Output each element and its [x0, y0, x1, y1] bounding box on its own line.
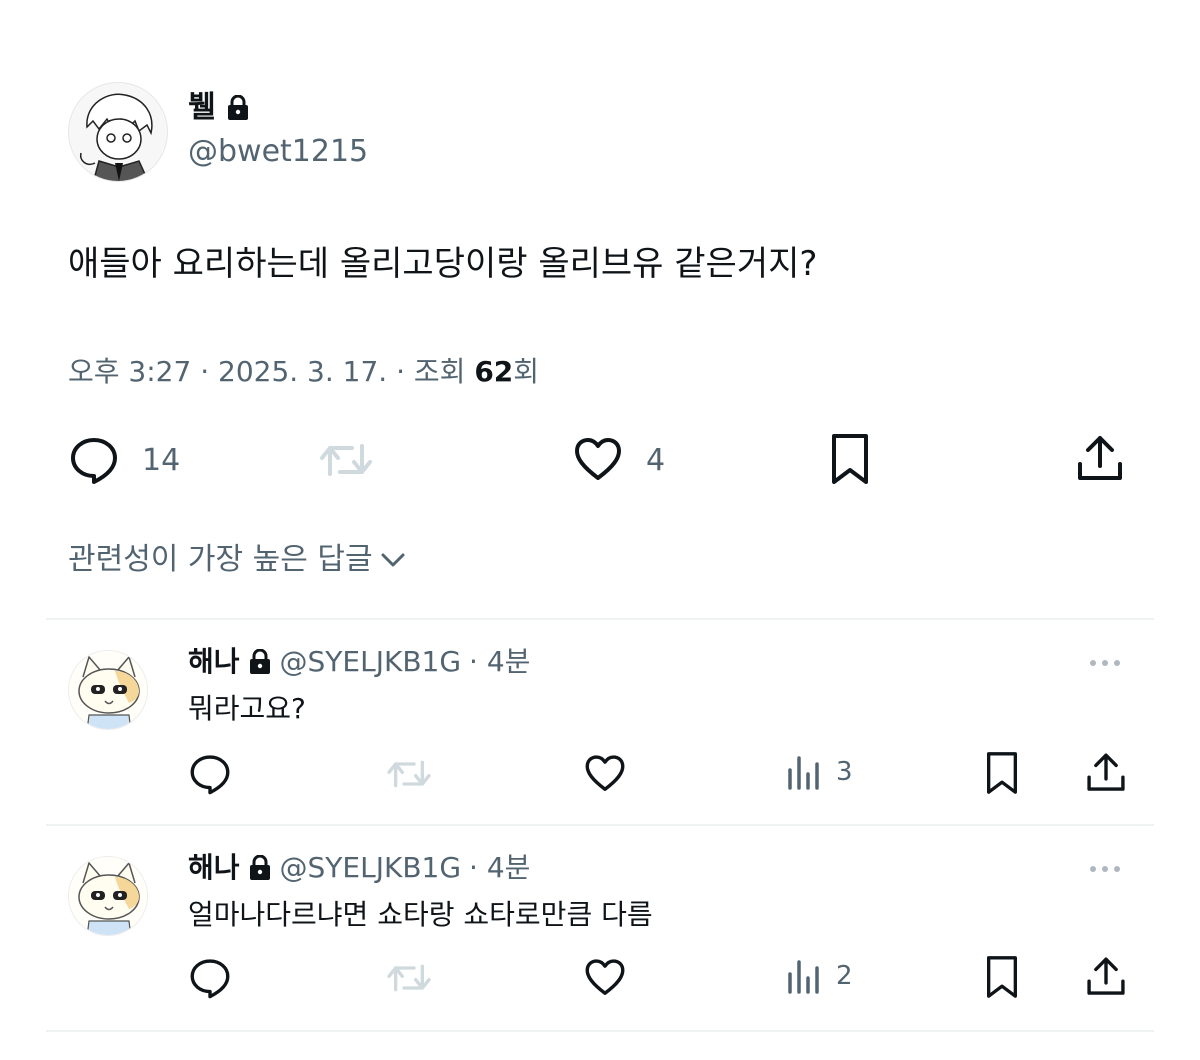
- reply-like-button[interactable]: [582, 752, 628, 796]
- retweet-icon: [320, 444, 372, 476]
- reply-views-button[interactable]: 2: [786, 956, 853, 996]
- view-suffix: 회: [513, 355, 540, 388]
- reply-text: 뭐라고요?: [188, 692, 306, 725]
- reply-header: 해나 @SYELJKB1G · 4분: [188, 644, 530, 680]
- reply-author-name[interactable]: 해나: [188, 644, 240, 680]
- heart-icon: [585, 959, 625, 995]
- reply-avatar[interactable]: [68, 856, 148, 936]
- retweet-button[interactable]: [316, 434, 376, 486]
- retweet-icon: [387, 964, 431, 992]
- reply-bookmark-button[interactable]: [982, 954, 1022, 1000]
- reply-icon: [190, 755, 230, 795]
- reply-views-button[interactable]: 3: [786, 752, 853, 792]
- lock-icon: [227, 95, 248, 120]
- tweet-meta: 오후 3:27 · 2025. 3. 17. · 조회 62회: [68, 352, 539, 392]
- bookmark-icon: [987, 956, 1017, 998]
- view-count: 62: [474, 355, 514, 388]
- reply-share-button[interactable]: [1084, 750, 1128, 796]
- heart-icon: [585, 755, 625, 791]
- share-icon: [1078, 436, 1122, 480]
- reply-share-button[interactable]: [1084, 954, 1128, 1000]
- like-button[interactable]: 4: [572, 434, 665, 486]
- reply-reply-button[interactable]: [188, 752, 232, 796]
- retweet-icon: [387, 760, 431, 788]
- bookmark-icon: [987, 752, 1017, 794]
- reply-text: 얼마나다르냐면 쇼타랑 쇼타로만큼 다름: [188, 898, 653, 931]
- heart-icon: [575, 438, 621, 480]
- reply-like-button[interactable]: [582, 956, 628, 1000]
- divider: [46, 1030, 1154, 1032]
- divider: [46, 618, 1154, 620]
- lock-icon: [249, 649, 270, 674]
- reply-sort-selector[interactable]: 관련성이 가장 높은 답글: [68, 538, 407, 582]
- like-count: 4: [646, 442, 666, 478]
- reply-author-name[interactable]: 해나: [188, 850, 240, 886]
- reply-reply-button[interactable]: [188, 956, 232, 1000]
- reply-timestamp[interactable]: · 4분: [469, 644, 530, 680]
- reply-author-handle[interactable]: @SYELJKB1G: [280, 644, 462, 680]
- author-avatar[interactable]: [68, 82, 168, 182]
- bookmark-button[interactable]: [826, 432, 874, 486]
- bookmark-icon: [832, 434, 868, 484]
- reply-sort-label: 관련성이 가장 높은 답글: [68, 542, 373, 577]
- analytics-icon: [788, 756, 819, 790]
- reply-retweet-button[interactable]: [384, 956, 434, 1000]
- author-handle[interactable]: @bwet1215: [188, 132, 368, 172]
- reply-icon: [71, 438, 117, 484]
- divider: [46, 824, 1154, 826]
- author-name-row: 뷀: [188, 88, 250, 128]
- reply-view-count: 2: [836, 961, 853, 991]
- tweet-timestamp[interactable]: 오후 3:27 · 2025. 3. 17. · 조회: [68, 355, 474, 388]
- reply-retweet-button[interactable]: [384, 752, 434, 796]
- chevron-down-icon: [381, 553, 405, 567]
- reply-bookmark-button[interactable]: [982, 750, 1022, 796]
- more-options-icon[interactable]: [1090, 866, 1120, 872]
- author-display-name[interactable]: 뷀: [188, 88, 216, 128]
- share-icon: [1087, 957, 1125, 995]
- share-icon: [1087, 753, 1125, 791]
- reply-count: 14: [142, 442, 181, 478]
- analytics-icon: [788, 960, 819, 994]
- reply-view-count: 3: [836, 757, 853, 787]
- tweet-text: 애들아 요리하는데 올리고당이랑 올리브유 같은거지?: [68, 244, 818, 284]
- cat-avatar-illustration: [69, 857, 147, 935]
- avatar-illustration: [69, 83, 167, 181]
- reply-header: 해나 @SYELJKB1G · 4분: [188, 850, 530, 886]
- share-button[interactable]: [1074, 432, 1126, 486]
- reply-icon: [190, 959, 230, 999]
- reply-avatar[interactable]: [68, 650, 148, 730]
- lock-icon: [249, 855, 270, 880]
- reply-button[interactable]: 14: [68, 434, 180, 486]
- cat-avatar-illustration: [69, 651, 147, 729]
- reply-timestamp[interactable]: · 4분: [469, 850, 530, 886]
- reply-author-handle[interactable]: @SYELJKB1G: [280, 850, 462, 886]
- more-options-icon[interactable]: [1090, 660, 1120, 666]
